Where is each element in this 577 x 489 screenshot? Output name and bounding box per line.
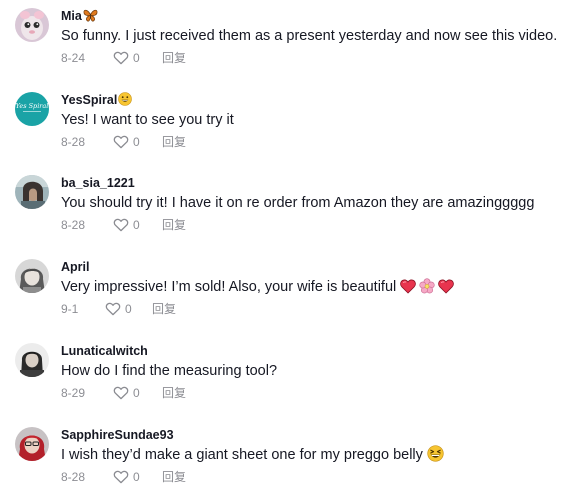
like-button[interactable]: 0 — [105, 301, 132, 317]
comment-username[interactable]: April — [61, 259, 89, 275]
avatar[interactable]: Yes Spiral — [15, 92, 49, 126]
cherry-blossom-icon — [419, 278, 435, 300]
comment-text: So funny. I just received them as a pres… — [61, 28, 558, 44]
avatar[interactable] — [15, 8, 49, 42]
heart-outline-icon — [113, 218, 129, 232]
heart-outline-icon — [113, 135, 129, 149]
comment-username[interactable]: Lunaticalwitch — [61, 343, 148, 359]
comment-username[interactable]: ba_sia_1221 — [61, 175, 135, 191]
comment-emojis — [400, 278, 455, 300]
grinning-squinting-face-icon — [427, 445, 444, 468]
reply-button[interactable]: 回复 — [162, 217, 186, 233]
like-count: 0 — [133, 470, 140, 484]
username-text: April — [61, 260, 90, 274]
comment-date: 8-28 — [61, 218, 86, 232]
comment-text: Very impressive! I’m sold! Also, your wi… — [61, 277, 455, 300]
comment-date: 8-29 — [61, 386, 86, 400]
like-count: 0 — [133, 51, 140, 65]
username-text: Lunaticalwitch — [61, 344, 148, 358]
avatar[interactable] — [15, 175, 49, 209]
comment-date: 8-28 — [61, 470, 86, 484]
comment-text-body: Very impressive! I’m sold! Also, your wi… — [61, 279, 397, 295]
red-heart-icon — [438, 279, 455, 300]
avatar[interactable] — [15, 259, 49, 293]
username-text: Mia — [61, 9, 82, 23]
reply-button[interactable]: 回复 — [162, 469, 186, 485]
red-heart-icon — [400, 279, 417, 300]
comment-emojis — [427, 445, 444, 468]
avatar[interactable] — [15, 427, 49, 461]
heart-outline-icon — [113, 51, 129, 65]
comment-username[interactable]: SapphireSundae93 — [61, 427, 174, 443]
reply-button[interactable]: 回复 — [162, 385, 186, 401]
comment-username[interactable]: Mia — [61, 8, 98, 26]
comment-date: 8-24 — [61, 51, 86, 65]
comment-text-body: I wish they’d make a giant sheet one for… — [61, 447, 423, 463]
username-text: ba_sia_1221 — [61, 176, 135, 190]
like-count: 0 — [133, 218, 140, 232]
grinning-face-icon — [118, 92, 133, 110]
avatar-logo-text: Yes Spiral — [16, 102, 49, 110]
like-count: 0 — [133, 135, 140, 149]
username-text: SapphireSundae93 — [61, 428, 174, 442]
like-button[interactable]: 0 — [113, 469, 140, 485]
like-count: 0 — [133, 386, 140, 400]
avatar[interactable] — [15, 343, 49, 377]
heart-outline-icon — [105, 302, 121, 316]
reply-button[interactable]: 回复 — [162, 50, 186, 66]
comment-text: I wish they’d make a giant sheet one for… — [61, 445, 444, 468]
like-button[interactable]: 0 — [113, 217, 140, 233]
comment-text: You should try it! I have it on re order… — [61, 195, 535, 211]
comment-date: 9-1 — [61, 302, 79, 316]
username-text: YesSpiral — [61, 93, 118, 107]
butterfly-icon — [83, 9, 98, 26]
reply-button[interactable]: 回复 — [152, 301, 176, 317]
heart-outline-icon — [113, 386, 129, 400]
comment-text: Yes! I want to see you try it — [61, 112, 234, 128]
like-count: 0 — [125, 302, 132, 316]
like-button[interactable]: 0 — [113, 385, 140, 401]
heart-outline-icon — [113, 470, 129, 484]
like-button[interactable]: 0 — [113, 134, 140, 150]
comment-username[interactable]: YesSpiral — [61, 92, 133, 110]
comment-text: How do I find the measuring tool? — [61, 363, 278, 379]
like-button[interactable]: 0 — [113, 50, 140, 66]
comment-date: 8-28 — [61, 135, 86, 149]
reply-button[interactable]: 回复 — [162, 134, 186, 150]
